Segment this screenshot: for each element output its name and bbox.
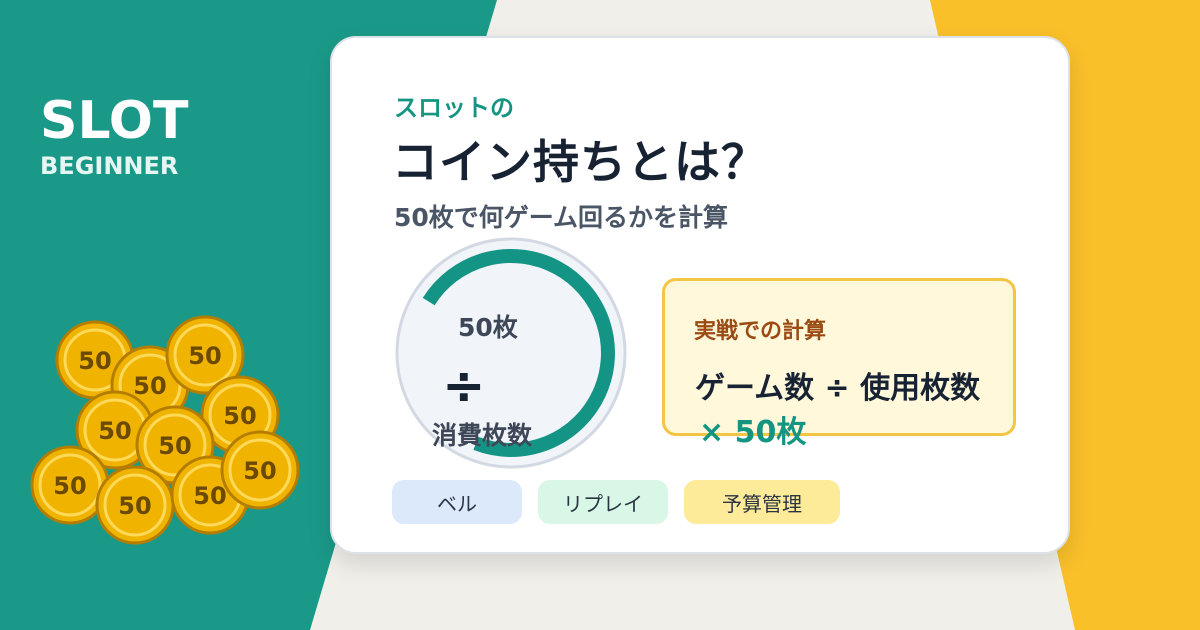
coin-value-label: 50 xyxy=(98,417,131,445)
card-subtitle: 50枚で何ゲーム回るかを計算 xyxy=(394,203,729,232)
tag-replay[interactable]: リプレイ xyxy=(538,480,668,524)
formula-line-1: ゲーム数 ÷ 使用枚数 xyxy=(695,371,981,406)
divide-symbol: ÷ xyxy=(442,356,486,416)
formula-line-2: × 50枚 xyxy=(699,415,807,450)
coin-value-label: 50 xyxy=(223,402,256,430)
formula-box: 実戦での計算 ゲーム数 ÷ 使用枚数 × 50枚 xyxy=(662,278,1016,450)
coin-pile: 5050505050505050 5050 xyxy=(30,315,300,545)
info-card: スロットの コイン持ちとは？ 50枚で何ゲーム回るかを計算 50枚 ÷ 消費枚数… xyxy=(330,36,1070,554)
tag-list: ベル リプレイ 予算管理 xyxy=(392,480,840,524)
coin: 50 xyxy=(95,465,175,545)
gauge-denominator-label: 消費枚数 xyxy=(432,421,533,450)
page-title: コイン持ちとは？ xyxy=(392,135,768,189)
coin-value-label: 50 xyxy=(193,482,226,510)
coin-value-label: 50 xyxy=(158,432,191,460)
coin-value-label: 50 xyxy=(53,472,86,500)
coin-value-label: 50 xyxy=(118,492,151,520)
coin-value-label: 50 xyxy=(188,342,221,370)
coin-value-label: 50 xyxy=(243,457,276,485)
formula-label: 実戦での計算 xyxy=(694,319,827,344)
card-kicker: スロットの xyxy=(394,94,514,122)
brand-subtitle: BEGINNER xyxy=(40,152,179,180)
coin-value-label: 50 xyxy=(133,372,166,400)
brand-title: SLOT xyxy=(40,91,189,151)
coin-value-label: 50 xyxy=(78,347,111,375)
gauge-numerator-label: 50枚 xyxy=(458,313,518,342)
coin: 50 xyxy=(220,430,300,510)
tag-bell[interactable]: ベル xyxy=(392,480,522,524)
tag-budget[interactable]: 予算管理 xyxy=(684,480,840,524)
brand-logo: SLOT BEGINNER xyxy=(40,92,188,180)
